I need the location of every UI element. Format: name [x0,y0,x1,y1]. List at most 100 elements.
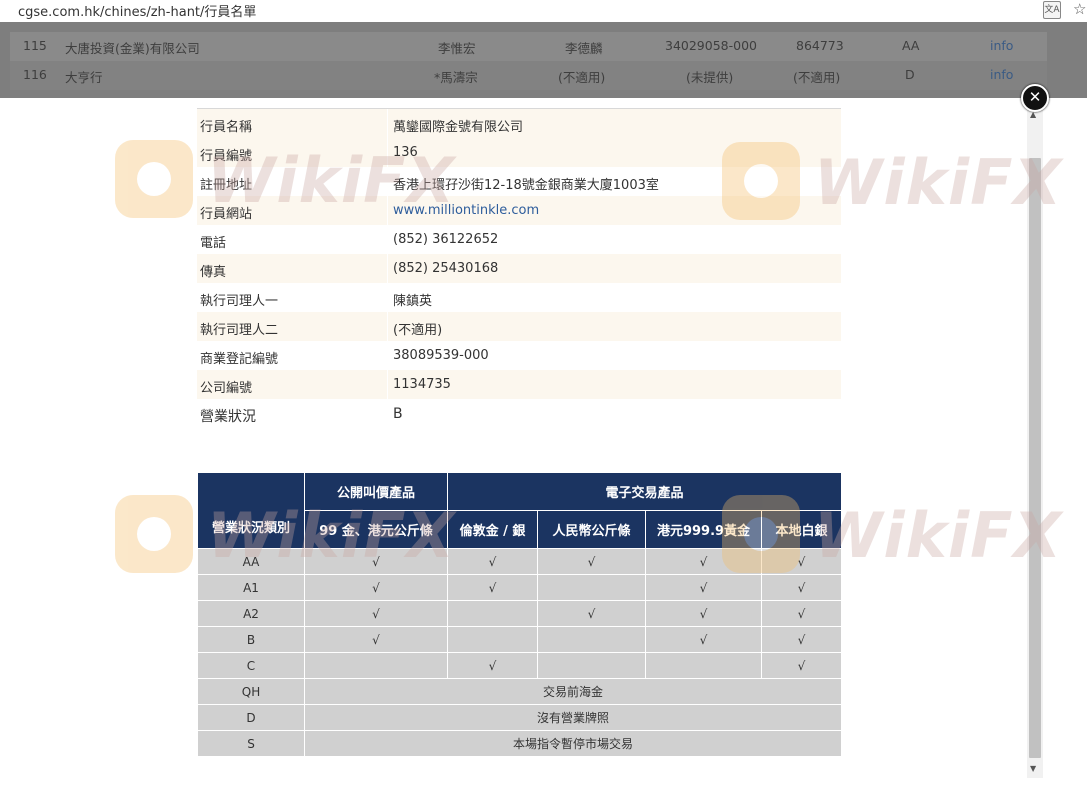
info-row-number: 行員編號 136 [197,138,841,167]
check-cell: √ [447,652,538,679]
info-value: B [393,406,403,422]
check-cell: √ [304,600,448,627]
info-row-status: 營業狀況 B [197,399,841,428]
translate-icon[interactable]: 文A [1043,1,1061,19]
check-cell: √ [304,574,448,601]
table-row: 115 大唐投資(金業)有限公司 李惟宏 李德麟 34029058-000 86… [10,32,1047,61]
check-cell: √ [760,652,843,679]
check-cell: √ [537,548,646,575]
info-label: 執行司理人一 [200,294,279,309]
info-value: 38089539-000 [393,348,489,363]
check-cell: √ [645,600,762,627]
info-row-company-number: 公司編號 1134735 [197,370,841,399]
info-link[interactable]: info [990,38,1013,53]
group-header-open-outcry: 公開叫價產品 [304,472,448,511]
corner-header: 營業狀況類別 [197,472,305,549]
member-name: 大唐投資(金業)有限公司 [65,41,200,56]
status: AA [902,38,920,53]
category-cell: C [197,652,305,679]
business-category-table: 營業狀況類別 公開叫價產品 電子交易產品 99 金、港元公斤條 倫敦金 / 銀 … [197,472,843,757]
info-value: 陳鎮英 [393,294,433,309]
info-label: 執行司理人二 [200,323,279,338]
website-link[interactable]: www.milliontinkle.com [393,203,539,218]
info-value: 136 [393,145,418,160]
group-header-electronic: 電子交易產品 [446,472,843,511]
info-label: 傳真 [200,265,227,280]
info-label: 行員網站 [200,207,253,222]
info-label: 行員名稱 [200,120,253,135]
check-cell: √ [760,600,843,627]
table-row: S 本場指令暫停市場交易 [197,730,843,757]
check-cell: √ [304,548,448,575]
rep1: 李惟宏 [438,41,476,56]
rep1: *馬濤宗 [434,70,478,85]
category-cell: S [197,730,305,757]
info-value: 萬鑾國際金號有限公司 [393,120,524,135]
check-cell: √ [304,626,448,653]
url-text[interactable]: cgse.com.hk/chines/zh-hant/行員名單 [18,1,256,20]
member-name: 大亨行 [65,70,103,85]
check-cell [447,600,538,627]
table-row: C √ √ [197,652,843,679]
company-no: 864773 [796,38,844,53]
member-info-table: 行員名稱 萬鑾國際金號有限公司 行員編號 136 註冊地址 香港上環孖沙街12-18號… [197,108,841,428]
info-label: 營業狀況 [200,409,256,425]
info-value: (852) 36122652 [393,232,499,247]
table-row: B √ √ √ [197,626,843,653]
check-cell: √ [447,548,538,575]
info-label: 商業登記編號 [200,352,279,367]
check-cell: √ [760,574,843,601]
info-link[interactable]: info [990,67,1013,82]
table-row: A1 √ √ √ √ [197,574,843,601]
check-cell [537,652,646,679]
table-row: A2 √ √ √ √ [197,600,843,627]
info-label: 註冊地址 [200,178,253,193]
table-row: QH 交易前海金 [197,678,843,705]
reg-no: (未提供) [686,70,734,85]
company-no: (不適用) [793,70,841,85]
info-label: 電話 [200,236,227,251]
category-cell: D [197,704,305,731]
close-icon[interactable]: ✕ [1021,84,1049,112]
info-row-fax: 傳真 (852) 25430168 [197,254,841,283]
rep2: (不適用) [558,70,606,85]
info-label: 公司編號 [200,381,253,396]
info-row-name: 行員名稱 萬鑾國際金號有限公司 [197,109,841,138]
info-row-br-number: 商業登記編號 38089539-000 [197,341,841,370]
status: D [905,67,915,82]
check-cell: √ [645,574,762,601]
category-cell: A1 [197,574,305,601]
span-cell: 沒有營業牌照 [303,704,843,731]
scrollbar-thumb[interactable] [1029,158,1041,758]
info-row-website: 行員網站 www.milliontinkle.com [197,196,841,225]
modal-scrollbar[interactable]: ▲ ▼ [1027,110,1043,778]
category-cell: QH [197,678,305,705]
info-label: 行員編號 [200,149,253,164]
info-value: 1134735 [393,377,451,392]
star-icon[interactable]: ☆ [1073,0,1086,18]
info-row-phone: 電話 (852) 36122652 [197,225,841,254]
rep2: 李德麟 [565,41,603,56]
browser-address-bar[interactable]: cgse.com.hk/chines/zh-hant/行員名單 文A ☆ [0,0,1087,23]
row-number: 116 [23,67,47,82]
table-row: AA √ √ √ √ √ [197,548,843,575]
column-header: 本地白銀 [760,510,843,549]
check-cell [304,652,448,679]
check-cell [537,574,646,601]
check-cell: √ [645,548,762,575]
column-header: 人民幣公斤條 [537,510,646,549]
info-row-manager2: 執行司理人二 (不適用) [197,312,841,341]
span-cell: 交易前海金 [303,678,843,705]
column-header: 99 金、港元公斤條 [304,510,448,549]
info-value: 香港上環孖沙街12-18號金銀商業大廈1003室 [393,178,659,193]
reg-no: 34029058-000 [665,38,757,53]
category-cell: A2 [197,600,305,627]
check-cell: √ [447,574,538,601]
background-member-list: 115 大唐投資(金業)有限公司 李惟宏 李德麟 34029058-000 86… [0,22,1087,98]
check-cell: √ [760,548,843,575]
span-cell: 本場指令暫停市場交易 [303,730,843,757]
scroll-down-icon[interactable]: ▼ [1030,764,1036,773]
check-cell: √ [645,626,762,653]
check-cell: √ [537,600,646,627]
check-cell: √ [760,626,843,653]
